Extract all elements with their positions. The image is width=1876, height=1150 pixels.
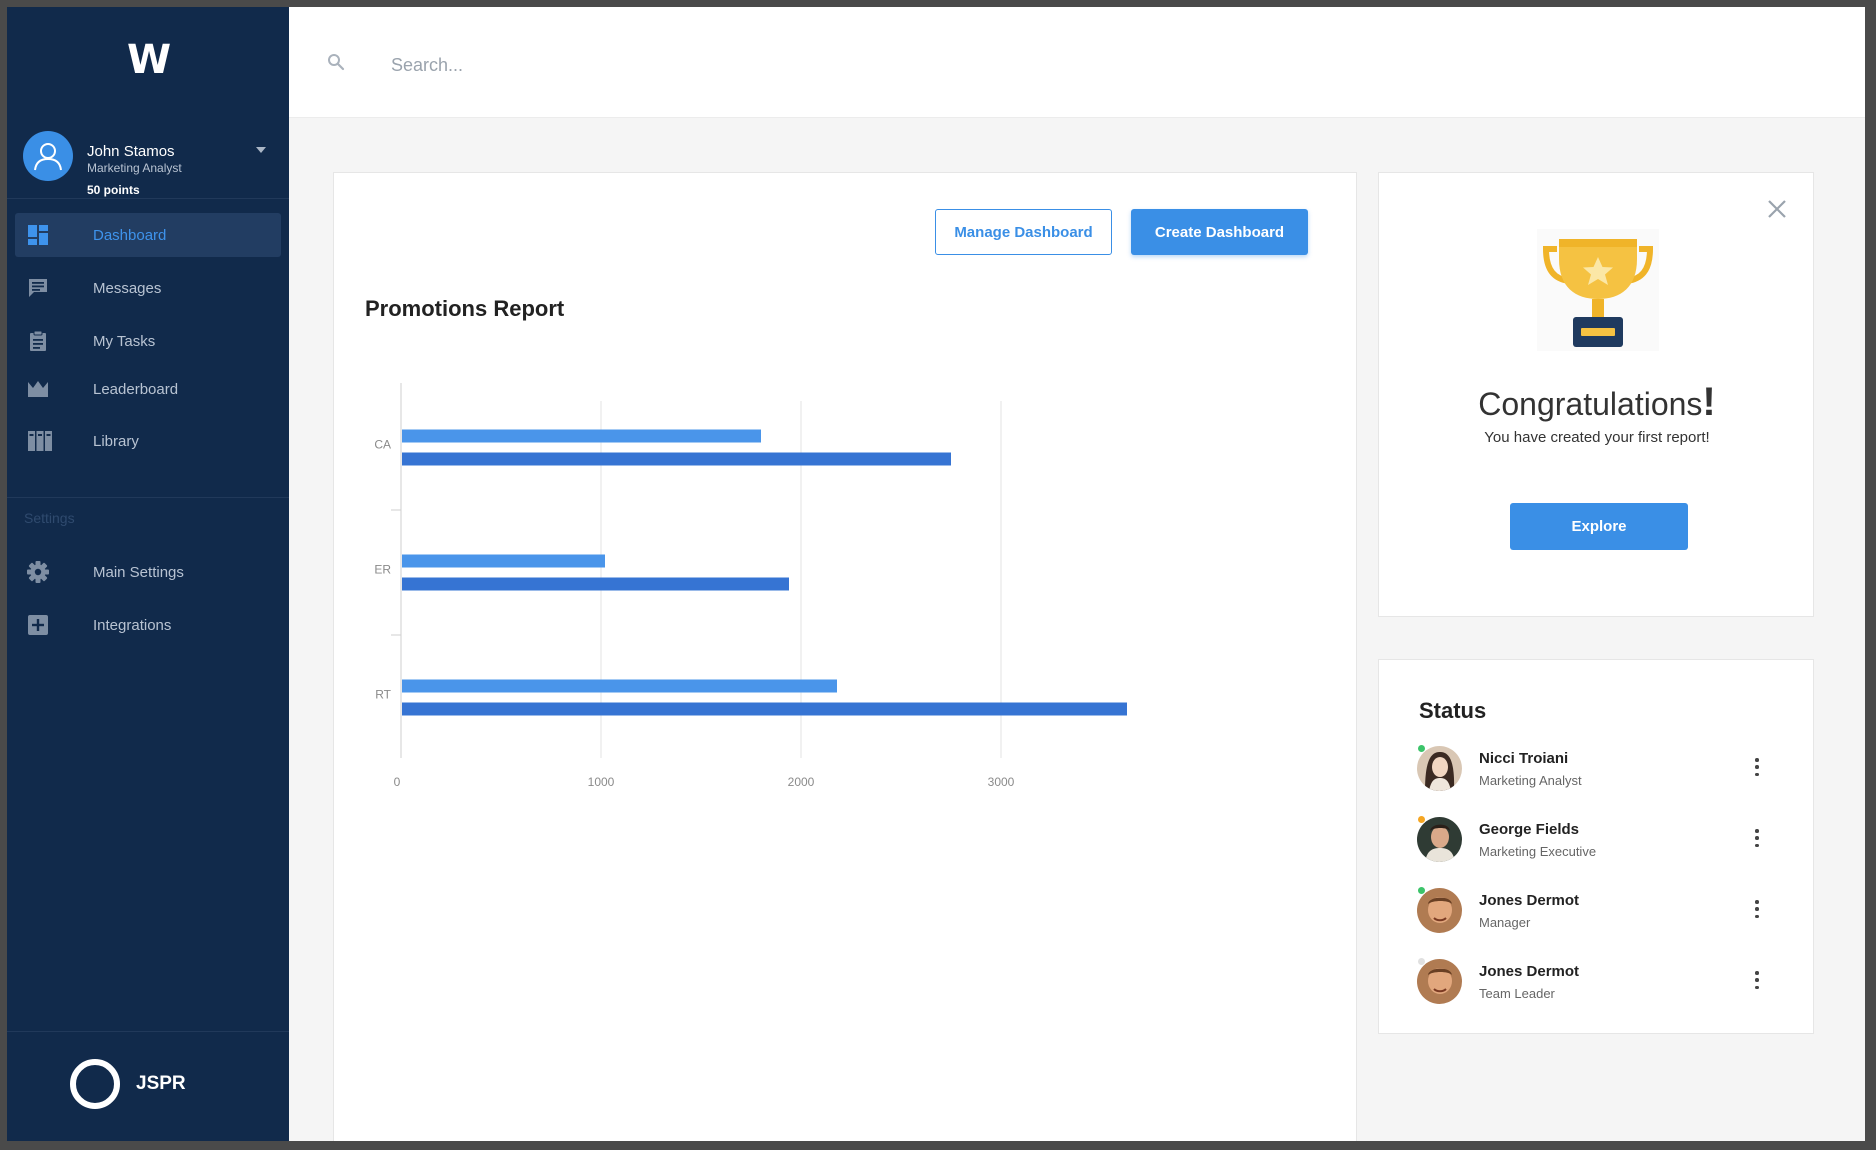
bar: [402, 679, 837, 693]
top-bar: [289, 7, 1865, 118]
bar: [402, 554, 605, 568]
search-input[interactable]: [391, 47, 991, 83]
x-tick-label: 0: [394, 775, 401, 789]
x-tick-label: 1000: [588, 775, 615, 789]
status-row[interactable]: Jones Dermot Manager: [1417, 886, 1787, 936]
x-tick-label: 2000: [788, 775, 815, 789]
sidebar-item-label: Library: [93, 432, 139, 450]
more-options-icon[interactable]: [1750, 898, 1764, 920]
congrats-title: Congratulations!: [1478, 380, 1716, 424]
sidebar-item-dashboard[interactable]: Dashboard: [15, 213, 281, 257]
person-role: Marketing Analyst: [1479, 773, 1582, 788]
status-card: Status Nicci Troiani Marketing Analyst G…: [1378, 659, 1814, 1034]
sidebar-item-library[interactable]: Library: [15, 419, 281, 463]
congrats-card: Congratulations! You have created your f…: [1378, 172, 1814, 617]
divider: [7, 198, 289, 199]
chevron-down-icon[interactable]: [256, 147, 266, 153]
status-title: Status: [1419, 698, 1487, 723]
avatar: [1417, 817, 1462, 862]
sidebar-item-label: Dashboard: [93, 226, 167, 244]
user-profile[interactable]: John Stamos Marketing Analyst 50 points: [23, 125, 273, 201]
create-dashboard-button[interactable]: Create Dashboard: [1131, 209, 1308, 255]
sidebar-item-label: My Tasks: [93, 332, 156, 350]
promotions-bar-chart: 01000200030004000CAERRT: [374, 383, 1127, 789]
y-tick-label: CA: [374, 438, 391, 452]
bar: [402, 429, 761, 443]
report-card: Manage Dashboard Create Dashboard Promot…: [333, 172, 1357, 1141]
sidebar: W John Stamos Marketing Analyst 50 point…: [7, 7, 289, 1141]
status-dot: [1417, 957, 1426, 966]
avatar: [1417, 959, 1462, 1004]
sidebar-item-main-settings[interactable]: Main Settings: [15, 550, 281, 594]
app-window: W John Stamos Marketing Analyst 50 point…: [7, 7, 1865, 1141]
congrats-subtitle: You have created your first report!: [1484, 429, 1710, 446]
sidebar-item-my-tasks[interactable]: My Tasks: [15, 319, 281, 363]
status-row[interactable]: Jones Dermot Team Leader: [1417, 957, 1787, 1007]
brand-name: JSPR: [136, 1073, 186, 1094]
divider: [7, 497, 289, 498]
y-tick-label: ER: [374, 563, 391, 577]
person-role: Team Leader: [1479, 986, 1555, 1001]
user-role: Marketing Analyst: [87, 161, 182, 175]
sidebar-item-messages[interactable]: Messages: [15, 266, 281, 310]
crown-icon: [28, 381, 48, 397]
sidebar-item-integrations[interactable]: Integrations: [15, 603, 281, 647]
trophy-icon: [1537, 229, 1659, 351]
y-tick-label: RT: [375, 688, 391, 702]
user-points: 50 points: [87, 183, 140, 197]
manage-dashboard-button[interactable]: Manage Dashboard: [935, 209, 1112, 255]
person-role: Manager: [1479, 915, 1531, 930]
status-row[interactable]: George Fields Marketing Executive: [1417, 815, 1787, 865]
sidebar-item-leaderboard[interactable]: Leaderboard: [15, 367, 281, 411]
bar: [402, 452, 951, 466]
x-tick-label: 3000: [988, 775, 1015, 789]
bar: [402, 702, 1127, 716]
sidebar-item-label: Integrations: [93, 616, 172, 634]
divider: [7, 1031, 289, 1032]
bar: [402, 577, 789, 591]
plus-square-icon: [28, 615, 48, 635]
person-name: George Fields: [1479, 821, 1580, 838]
sidebar-item-label: Main Settings: [93, 563, 184, 581]
report-title: Promotions Report: [365, 296, 565, 321]
avatar: [1417, 888, 1462, 933]
sidebar-item-label: Leaderboard: [93, 380, 179, 398]
gear-icon: [27, 561, 49, 583]
more-options-icon[interactable]: [1750, 969, 1764, 991]
more-options-icon[interactable]: [1750, 756, 1764, 778]
dashboard-icon: [28, 225, 48, 245]
books-icon: [28, 431, 52, 451]
search-icon: [328, 54, 345, 71]
user-name: John Stamos: [87, 143, 175, 160]
avatar: [1417, 746, 1462, 791]
brand-ring-icon: [70, 1059, 120, 1109]
status-dot: [1417, 886, 1426, 895]
settings-section-label: Settings: [24, 510, 75, 526]
status-dot: [1417, 744, 1426, 753]
sidebar-item-label: Messages: [93, 279, 162, 297]
clipboard-icon: [30, 330, 46, 351]
person-role: Marketing Executive: [1479, 844, 1597, 859]
explore-button[interactable]: Explore: [1510, 503, 1688, 550]
person-name: Jones Dermot: [1479, 963, 1580, 980]
messages-icon: [29, 279, 47, 297]
close-icon[interactable]: [1765, 197, 1789, 221]
app-logo[interactable]: W: [7, 37, 289, 83]
status-row[interactable]: Nicci Troiani Marketing Analyst: [1417, 744, 1787, 794]
more-options-icon[interactable]: [1750, 827, 1764, 849]
user-avatar-icon: [23, 131, 73, 181]
person-name: Jones Dermot: [1479, 892, 1580, 909]
brand-footer: JSPR: [70, 1059, 186, 1109]
person-name: Nicci Troiani: [1479, 750, 1569, 767]
status-dot: [1417, 815, 1426, 824]
